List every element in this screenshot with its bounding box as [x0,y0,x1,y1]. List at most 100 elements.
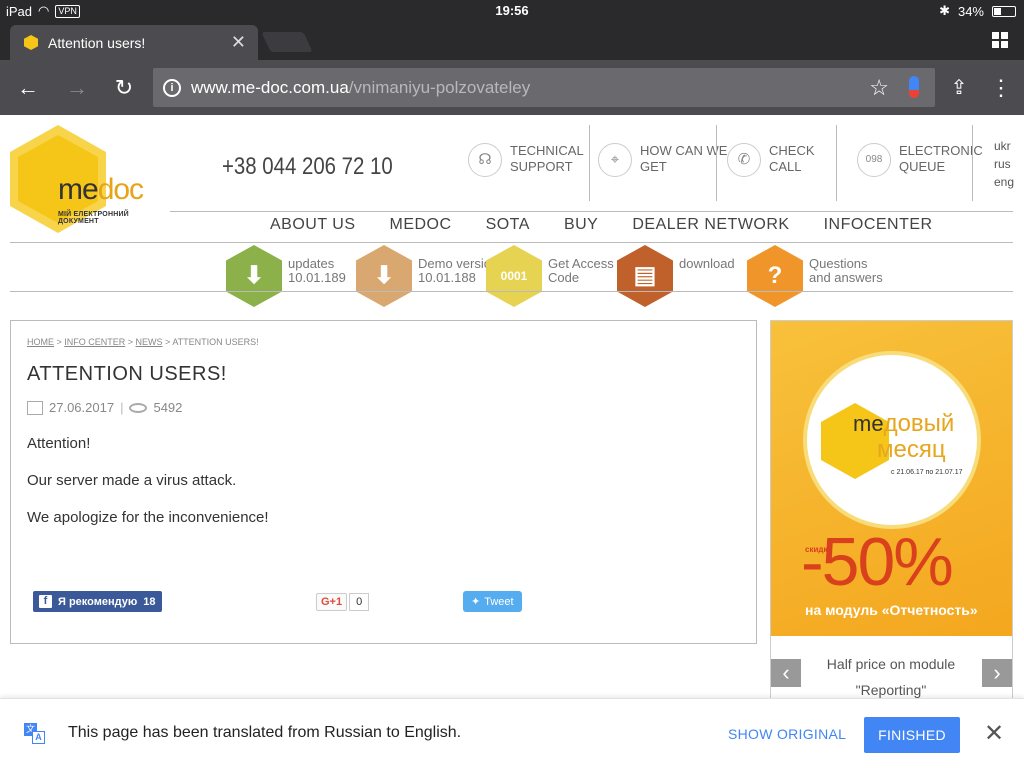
breadcrumb-info-center[interactable]: INFO CENTER [64,337,125,347]
eye-icon [129,402,148,413]
quick-link-label: download [679,256,735,271]
tab-switcher-icon[interactable] [992,32,1008,48]
question-mark-icon: ? [747,245,803,307]
show-original-button[interactable]: SHOW ORIGINAL [728,726,846,742]
breadcrumb-home[interactable]: HOME [27,337,54,347]
phone-number[interactable]: +38 044 206 72 10 [222,153,393,181]
download-arrow-icon: ⬇ [226,245,282,307]
article-paragraph: Our server made a virus attack. [27,472,237,489]
translate-icon: 文A [24,723,46,745]
address-bar[interactable]: i www.me-doc.com.ua/vnimaniyu-polzovatel… [153,68,935,107]
share-icon[interactable]: ⇪ [944,73,974,103]
promo-banner[interactable]: meдовый месяц с 21.06.17 по 21.07.17 скид… [770,320,1013,700]
breadcrumb-news[interactable]: NEWS [136,337,163,347]
download-arrow-icon: ⬇ [356,245,412,307]
breadcrumb: HOME > INFO CENTER > NEWS > ATTENTION US… [27,337,259,347]
web-page: medoc МІЙ ЕЛЕКТРОННИЙ ДОКУМЕНТ +38 044 2… [0,115,1024,705]
quick-link-download[interactable]: ▤ download [617,245,735,307]
contact-electronic-queue[interactable]: 098 ELECTRONIC QUEUE [857,143,983,177]
lang-eng[interactable]: eng [994,173,1014,191]
quick-link-faq[interactable]: ? Questions and answers [747,245,883,307]
browser-tab[interactable]: Attention users! ✕ [10,25,258,60]
logo-me: me [58,173,99,206]
article-paragraph: We apologize for the inconvenience! [27,509,269,526]
browser-toolbar: ← → ↻ i www.me-doc.com.ua/vnimaniyu-polz… [0,60,1024,115]
contact-label: HOW CAN WE [640,143,728,158]
info-icon[interactable]: i [163,78,181,97]
forward-arrow-icon[interactable]: → [62,73,92,103]
view-count: 5492 [153,400,183,415]
battery-percent: 34% [957,3,984,19]
google-plus-button[interactable]: G+1 0 [316,591,370,612]
nav-buy[interactable]: BUY [564,216,598,234]
quick-links: ⬇ updates 10.01.189 ⬇ Demo version 10.01.1… [0,245,1024,315]
carousel-prev-button[interactable]: ‹ [771,659,801,687]
nav-infocenter[interactable]: INFOCENTER [824,216,933,234]
contact-technical-support[interactable]: ☊ TECHNICAL SUPPORT [468,143,584,177]
close-icon[interactable]: ✕ [984,719,1004,748]
banner-me: me [853,411,884,436]
quick-link-access-code[interactable]: 0001 Get Access Code [486,245,614,307]
gplus-label: G+1 [316,592,348,611]
location-pin-icon: ⌖ [598,143,632,177]
main-nav: ABOUT US MEDOC SOTA BUY DEALER NETWORK I… [270,216,933,234]
quick-link-label: Questions [809,256,868,271]
translate-infobar: 文A This page has been translated from Ru… [0,698,1024,768]
tab-strip: Attention users! ✕ [0,22,1024,60]
headset-icon: ☊ [468,143,502,177]
reload-icon[interactable]: ↻ [109,73,139,103]
quick-link-demo[interactable]: ⬇ Demo version 10.01.188 [356,245,498,307]
more-menu-icon[interactable]: ⋮ [986,73,1016,103]
contact-label: QUEUE [899,159,946,174]
nav-about-us[interactable]: ABOUT US [270,216,356,234]
calendar-icon [27,400,43,415]
language-switcher: ukr rus eng [994,137,1014,191]
quick-link-label: Get Access [548,256,614,271]
document-icon: ▤ [617,245,673,307]
contact-check-call[interactable]: ✆ CHECK CALL [727,143,815,177]
new-tab-button[interactable] [261,32,313,52]
twitter-bird-icon: ✦ [471,596,481,608]
lang-ukr[interactable]: ukr [994,137,1014,155]
back-arrow-icon[interactable]: ← [13,73,43,103]
status-bar: iPad ◠ VPN 19:56 ✱ 34% [0,0,1024,22]
finished-button[interactable]: FINISHED [864,717,960,753]
article-meta: 27.06.2017 | 5492 [27,400,740,415]
nav-medoc[interactable]: MEDOC [390,216,452,234]
nav-sota[interactable]: SOTA [486,216,530,234]
facebook-recommend-button[interactable]: f Я рекомендую 18 [33,591,162,612]
banner-caption: Half price on module "Reporting" [826,656,956,698]
lang-rus[interactable]: rus [994,155,1014,173]
tab-title: Attention users! [48,34,146,51]
quick-link-updates[interactable]: ⬇ updates 10.01.189 [226,245,346,307]
banner-percent: -50% [801,524,954,600]
contact-label: CALL [769,159,802,174]
nav-dealer-network[interactable]: DEALER NETWORK [632,216,789,234]
bookmark-star-icon[interactable]: ☆ [869,75,889,101]
page-title: ATTENTION USERS! [27,363,227,385]
close-tab-icon[interactable]: ✕ [231,32,246,53]
contact-label: TECHNICAL [510,143,584,158]
site-logo[interactable]: medoc МІЙ ЕЛЕКТРОННИЙ ДОКУМЕНТ [10,125,170,235]
logo-tagline: МІЙ ЕЛЕКТРОННИЙ ДОКУМЕНТ [58,211,129,225]
fb-label: Я рекомендую [58,595,138,608]
translate-message: This page has been translated from Russi… [68,724,462,741]
banner-title-2: месяц [877,436,946,463]
contact-how-to-get[interactable]: ⌖ HOW CAN WE GET [598,143,727,177]
contact-label: CHECK [769,143,815,158]
quick-link-label: updates [288,256,335,271]
quick-link-version: 10.01.189 [288,270,346,285]
quick-link-label: Code [548,270,580,285]
microphone-icon[interactable] [909,76,919,98]
gplus-count: 0 [349,592,370,611]
quick-link-label: and answers [809,270,883,285]
tweet-button[interactable]: ✦ Tweet [463,591,522,612]
article-paragraph: Attention! [27,435,91,452]
site-favicon-icon [24,35,38,50]
banner-title-1: довый [883,410,955,437]
url-path: /vnimaniyu-polzovateley [348,77,531,97]
breadcrumb-current: ATTENTION USERS! [172,337,259,347]
phone-icon: ✆ [727,143,761,177]
tweet-label: Tweet [484,595,514,608]
carousel-next-button[interactable]: › [982,659,1012,687]
